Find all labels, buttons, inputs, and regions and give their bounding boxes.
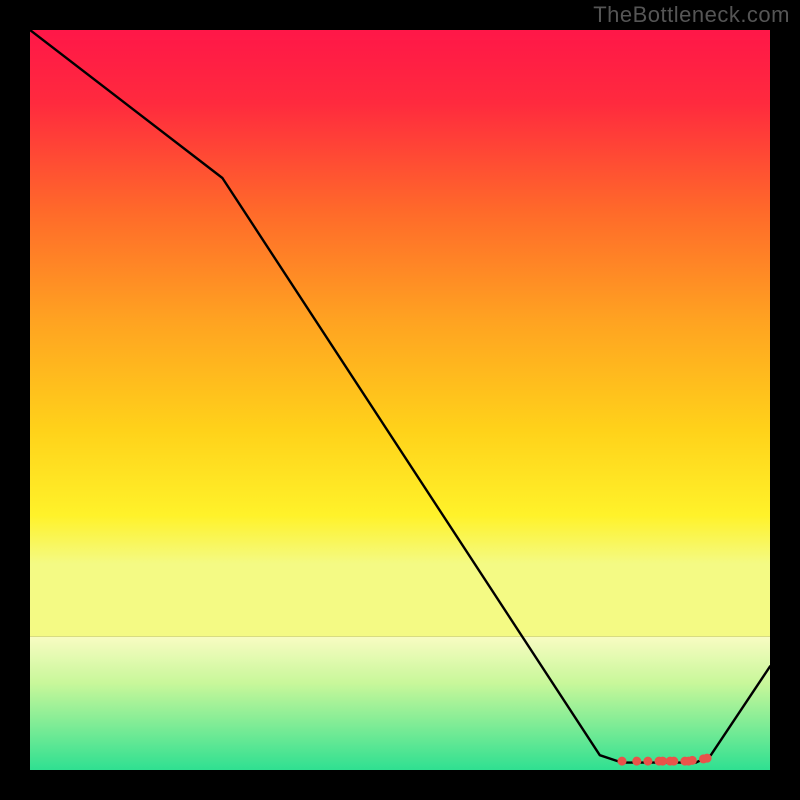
chart-marker [643, 757, 652, 766]
chart-marker [632, 757, 641, 766]
watermark-text: TheBottleneck.com [593, 2, 790, 28]
chart-marker [669, 757, 678, 766]
chart-svg [30, 30, 770, 770]
gradient-background [30, 30, 770, 637]
chart-marker [688, 756, 697, 765]
chart-marker [618, 757, 627, 766]
bottom-band [30, 637, 770, 770]
chart-frame: TheBottleneck.com [0, 0, 800, 800]
chart-marker [703, 754, 712, 763]
chart-plot-area [30, 30, 770, 770]
